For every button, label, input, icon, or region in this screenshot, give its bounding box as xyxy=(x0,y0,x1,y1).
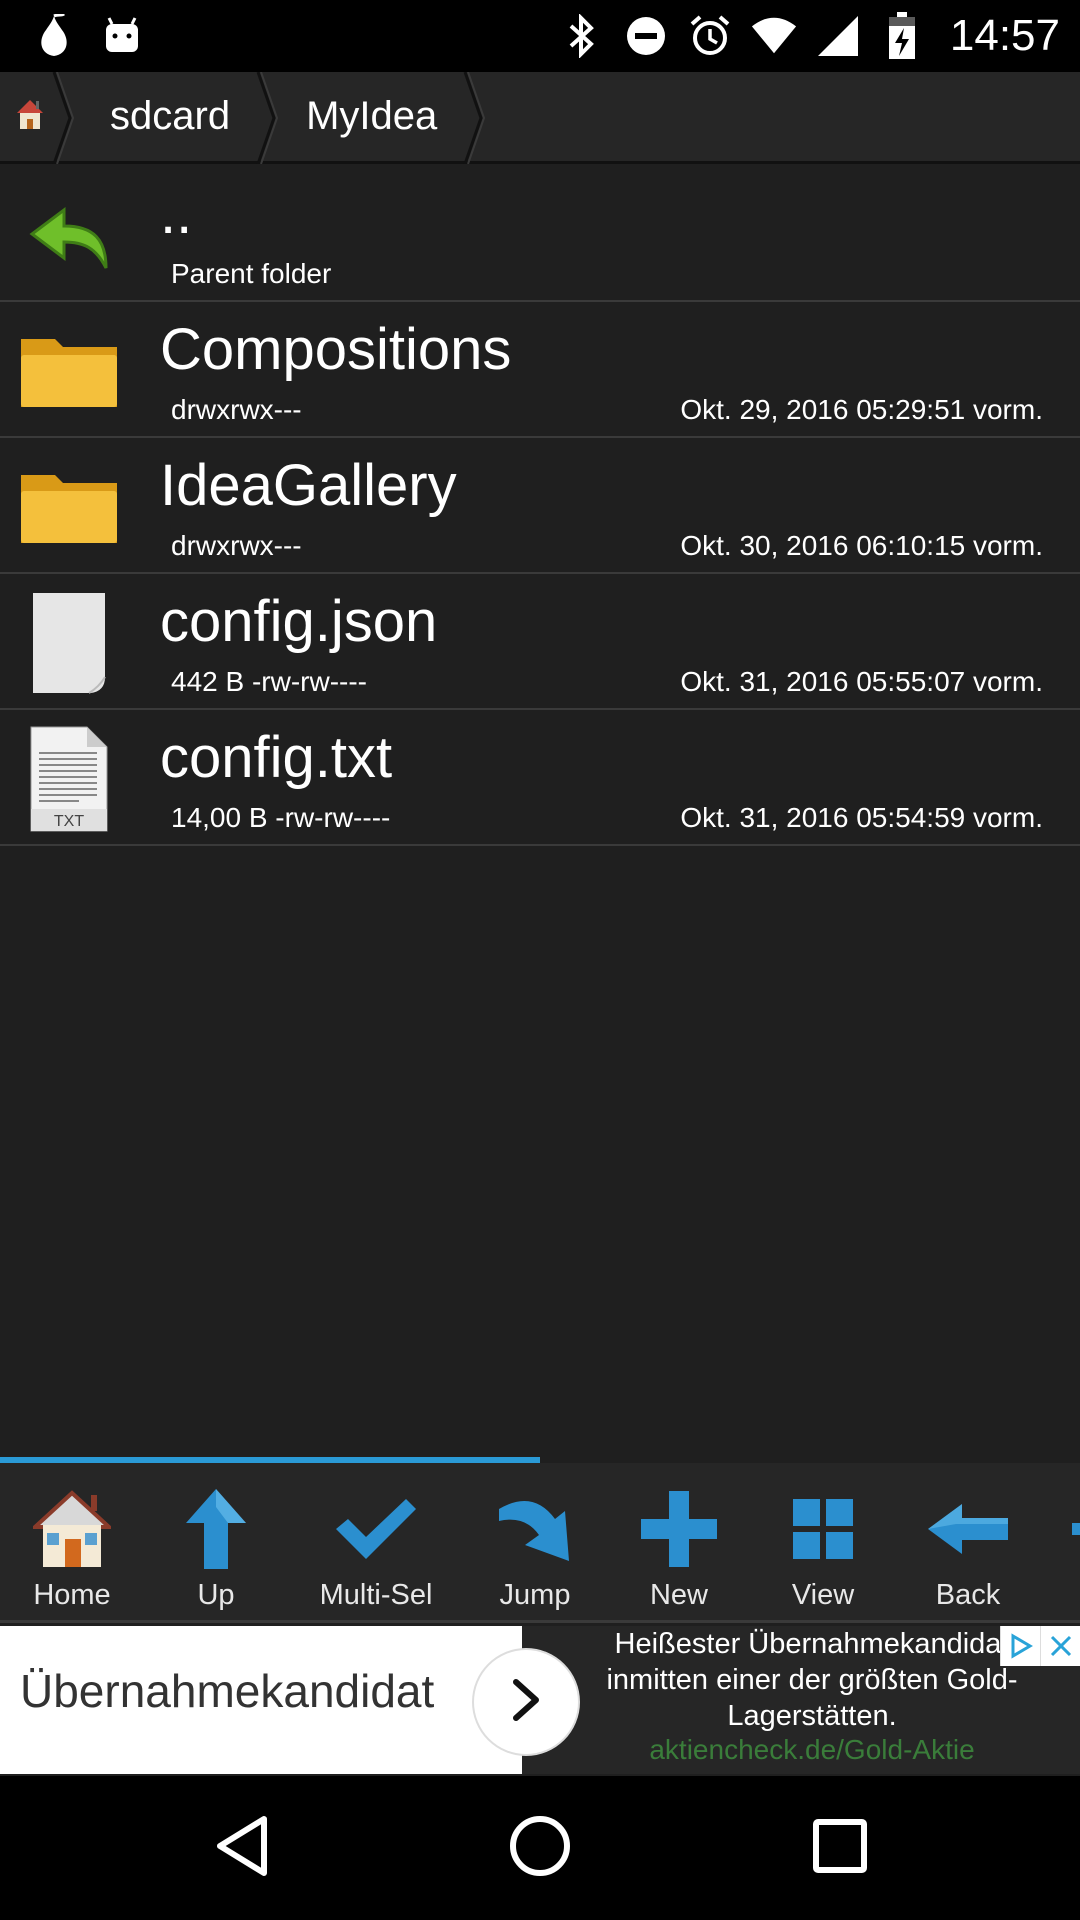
toolbar-label: Multi-Sel xyxy=(319,1579,433,1611)
up-arrow-icon xyxy=(168,1481,264,1577)
list-item-parent-folder[interactable]: .. Parent folder xyxy=(0,166,1080,302)
file-meta: drwxrwx--- xyxy=(171,530,302,561)
jump-arrow-icon xyxy=(487,1481,583,1577)
toolbar-label: Home xyxy=(33,1579,111,1611)
folder-icon xyxy=(14,452,124,562)
breadcrumb: sdcard MyIdea xyxy=(0,72,1080,164)
android-icon xyxy=(98,12,146,60)
breadcrumb-label: sdcard xyxy=(110,94,231,138)
ad-right-panel[interactable]: Heißester Übernahmekandidat inmitten ein… xyxy=(522,1626,1080,1774)
file-date: Okt. 31, 2016 05:55:07 vorm. xyxy=(680,666,1043,697)
file-date: Okt. 29, 2016 05:29:51 vorm. xyxy=(680,394,1043,425)
adchoices-icon[interactable] xyxy=(1000,1626,1040,1666)
nav-home-button[interactable] xyxy=(504,1812,576,1884)
back-arrow-icon xyxy=(920,1481,1016,1577)
navigation-bar xyxy=(0,1776,1080,1920)
back-triangle-icon xyxy=(214,1815,270,1882)
file-list: .. Parent folder Compositions drwxrwx---… xyxy=(0,166,1080,846)
chevron-right-icon xyxy=(508,1678,544,1727)
status-bar: 14:57 xyxy=(0,0,1080,72)
toolbar-label: New xyxy=(649,1579,708,1611)
app-drop-icon xyxy=(30,12,78,60)
file-date: Okt. 31, 2016 05:54:59 vorm. xyxy=(680,802,1043,833)
toolbar-label: Back xyxy=(935,1579,1001,1611)
file-meta: drwxrwx--- xyxy=(171,394,302,425)
file-date: Okt. 30, 2016 06:10:15 vorm. xyxy=(680,530,1043,561)
file-meta: Parent folder xyxy=(171,258,332,289)
toolbar-label: Jump xyxy=(499,1579,571,1611)
ad-open-button[interactable] xyxy=(474,1650,578,1754)
alarm-icon xyxy=(686,12,734,60)
bottom-toolbar: Home Up Multi-Sel Jump New View Back xyxy=(0,1463,1080,1623)
ad-text: Heißester Übernahmekandidat inmitten ein… xyxy=(606,1628,1018,1732)
home-icon xyxy=(24,1481,120,1577)
ad-link[interactable]: aktiencheck.de/Gold-Aktie xyxy=(562,1734,1062,1766)
breadcrumb-home[interactable] xyxy=(0,72,74,164)
clock-time: 14:57 xyxy=(949,11,1060,60)
file-meta: 14,00 B -rw-rw---- xyxy=(171,802,391,833)
toolbar-new-button[interactable]: New xyxy=(607,1463,751,1620)
do-not-disturb-icon xyxy=(622,12,670,60)
toolbar-jump-button[interactable]: Jump xyxy=(463,1463,607,1620)
parent-folder-icon xyxy=(14,180,124,290)
battery-charging-icon xyxy=(878,12,926,60)
file-name: Compositions xyxy=(160,317,512,382)
list-item-config-json[interactable]: config.json 442 B -rw-rw---- Okt. 31, 20… xyxy=(0,574,1080,710)
file-name: config.txt xyxy=(160,725,393,790)
ad-left-panel[interactable]: Übernahmekandidat xyxy=(0,1626,522,1774)
toolbar-home-button[interactable]: Home xyxy=(0,1463,144,1620)
ad-close-icon[interactable] xyxy=(1040,1626,1080,1666)
file-name: config.json xyxy=(160,589,438,654)
toolbar-view-button[interactable]: View xyxy=(751,1463,895,1620)
toolbar-label: View xyxy=(791,1579,855,1611)
checkmark-icon xyxy=(328,1481,424,1577)
file-name: .. xyxy=(160,181,193,246)
recents-square-icon xyxy=(812,1818,868,1879)
grid-icon xyxy=(775,1481,871,1577)
nav-back-button[interactable] xyxy=(206,1812,278,1884)
signal-icon xyxy=(814,12,862,60)
home-icon xyxy=(15,97,45,136)
toolbar-multi-sel-button[interactable]: Multi-Sel xyxy=(304,1463,448,1620)
list-item-ideagallery[interactable]: IdeaGallery drwxrwx--- Okt. 30, 2016 06:… xyxy=(0,438,1080,574)
toolbar-more-button-partial[interactable] xyxy=(1040,1463,1080,1620)
txt-file-icon: TXT xyxy=(14,724,124,834)
list-item-config-txt[interactable]: TXT config.txt 14,00 B -rw-rw---- Okt. 3… xyxy=(0,710,1080,846)
ad-banner[interactable]: Übernahmekandidat Heißester Übernahmekan… xyxy=(0,1626,1080,1774)
breadcrumb-item-myidea[interactable]: MyIdea xyxy=(266,72,486,164)
breadcrumb-item-sdcard[interactable]: sdcard xyxy=(60,72,279,164)
file-name: IdeaGallery xyxy=(160,453,457,518)
file-icon xyxy=(14,588,124,698)
svg-text:TXT: TXT xyxy=(54,813,84,830)
ad-badges xyxy=(1000,1626,1080,1666)
toolbar-back-button[interactable]: Back xyxy=(896,1463,1040,1620)
list-item-compositions[interactable]: Compositions drwxrwx--- Okt. 29, 2016 05… xyxy=(0,302,1080,438)
plus-icon xyxy=(631,1481,727,1577)
nav-recents-button[interactable] xyxy=(804,1812,876,1884)
partial-icon xyxy=(1040,1481,1080,1577)
bluetooth-icon xyxy=(558,12,606,60)
ad-title: Übernahmekandidat xyxy=(20,1665,435,1717)
file-meta: 442 B -rw-rw---- xyxy=(171,666,367,697)
toolbar-label: Up xyxy=(197,1579,235,1611)
toolbar-up-button[interactable]: Up xyxy=(144,1463,288,1620)
wifi-icon xyxy=(750,12,798,60)
home-circle-icon xyxy=(509,1815,571,1882)
folder-icon xyxy=(14,316,124,426)
breadcrumb-label: MyIdea xyxy=(306,94,438,138)
